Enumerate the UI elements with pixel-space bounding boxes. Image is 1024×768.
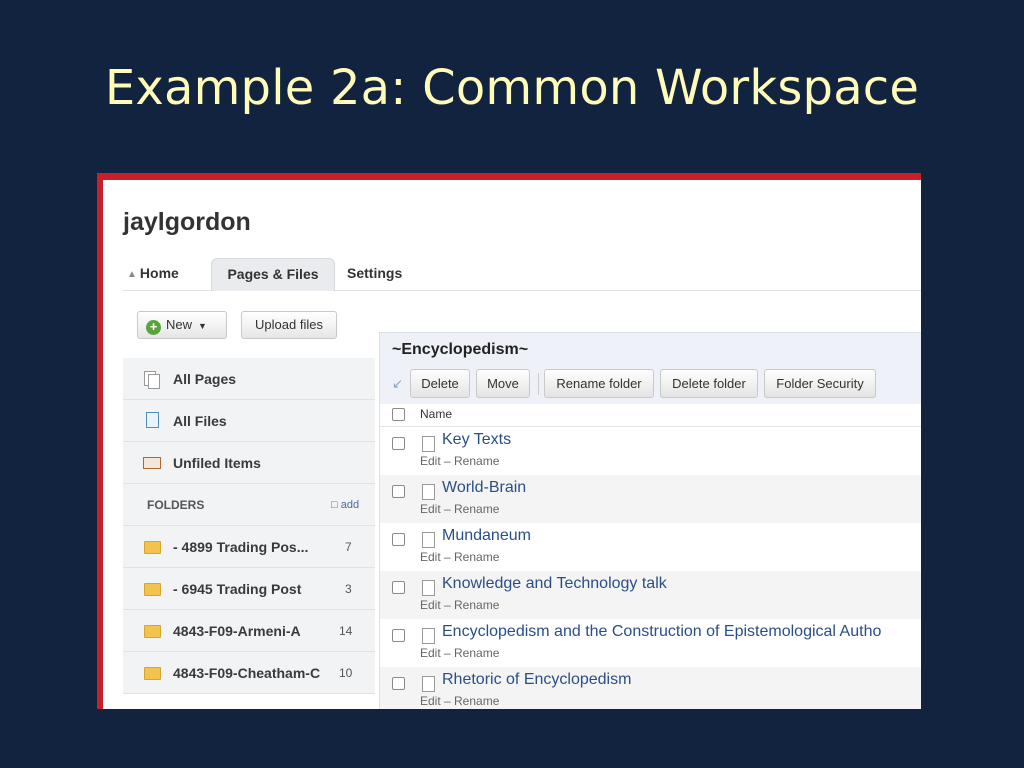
page-icon	[422, 626, 435, 646]
table-row: Knowledge and Technology talk Edit – Ren…	[380, 571, 921, 619]
plus-icon: +	[146, 320, 161, 335]
page-icon	[422, 578, 435, 598]
page-icon	[422, 482, 435, 502]
slide-title: Example 2a: Common Workspace	[104, 60, 920, 116]
delete-button[interactable]: Delete	[410, 369, 470, 398]
edit-rename-links[interactable]: Edit – Rename	[420, 694, 499, 708]
pages-icon	[143, 358, 161, 400]
table-row: Rhetoric of Encyclopedism Edit – Rename	[380, 667, 921, 709]
tab-settings[interactable]: Settings	[347, 258, 402, 290]
sidebar-folder[interactable]: 4843-F09-Cheatham-C 10	[123, 652, 375, 694]
edit-rename-links[interactable]: Edit – Rename	[420, 646, 499, 660]
page-link[interactable]: Rhetoric of Encyclopedism	[442, 671, 631, 689]
folder-count: 7	[345, 540, 352, 554]
page-link[interactable]: Mundaneum	[442, 527, 531, 545]
folder-label: 4843-F09-Armeni-A	[173, 623, 301, 639]
folder-label: 4843-F09-Cheatham-C	[173, 665, 321, 681]
tab-pages-files[interactable]: Pages & Files	[211, 258, 335, 291]
tab-home-label: Home	[139, 265, 179, 281]
table-row: Key Texts Edit – Rename	[380, 427, 921, 475]
folder-title: ~Encyclopedism~	[392, 341, 529, 358]
envelope-icon	[143, 442, 161, 484]
folder-label: - 6945 Trading Post	[173, 581, 302, 597]
add-folder-label: add	[340, 499, 360, 511]
folder-icon	[143, 568, 161, 610]
tab-bar: ▲ Home Pages & Files Settings	[123, 258, 921, 291]
page-link[interactable]: Key Texts	[442, 431, 511, 449]
row-checkbox[interactable]	[392, 437, 405, 450]
folder-label: - 4899 Trading Pos...	[173, 539, 309, 555]
sidebar-item-unfiled[interactable]: Unfiled Items	[123, 442, 375, 484]
row-checkbox[interactable]	[392, 629, 405, 642]
select-all-checkbox[interactable]	[392, 408, 405, 421]
page-link[interactable]: Encyclopedism and the Construction of Ep…	[442, 623, 881, 641]
folders-header-label: FOLDERS	[147, 498, 205, 512]
page-icon	[422, 674, 435, 694]
folder-icon	[143, 526, 161, 568]
table-row: Encyclopedism and the Construction of Ep…	[380, 619, 921, 667]
file-icon	[143, 400, 161, 442]
arrow-down-icon: ↙	[392, 377, 403, 392]
sidebar-item-label: All Files	[173, 413, 227, 429]
chevron-down-icon: ▼	[198, 321, 207, 331]
tab-home[interactable]: ▲ Home	[127, 258, 179, 290]
delete-folder-button[interactable]: Delete folder	[660, 369, 758, 398]
folder-count: 3	[345, 582, 352, 596]
add-folder-link[interactable]: □ add	[331, 484, 359, 526]
folder-count: 10	[339, 666, 353, 680]
sidebar-item-all-pages[interactable]: All Pages	[123, 358, 375, 400]
new-button-label: New	[166, 317, 193, 332]
folder-header: ~Encyclopedism~ ↙ Delete Move Rename fol…	[380, 332, 921, 405]
home-icon: ▲	[127, 269, 137, 280]
name-header-label: Name	[420, 407, 453, 421]
sidebar-item-label: All Pages	[173, 371, 237, 387]
table-row: Mundaneum Edit – Rename	[380, 523, 921, 571]
row-checkbox[interactable]	[392, 533, 405, 546]
folder-count: 14	[339, 624, 353, 638]
sidebar-item-label: Unfiled Items	[173, 455, 261, 471]
new-button[interactable]: + New ▼	[137, 311, 227, 339]
rename-folder-button[interactable]: Rename folder	[544, 369, 654, 398]
row-checkbox[interactable]	[392, 581, 405, 594]
row-checkbox[interactable]	[392, 677, 405, 690]
edit-rename-links[interactable]: Edit – Rename	[420, 550, 499, 564]
name-column-header: Name	[380, 404, 921, 427]
edit-rename-links[interactable]: Edit – Rename	[420, 598, 499, 612]
row-checkbox[interactable]	[392, 485, 405, 498]
move-button[interactable]: Move	[476, 369, 530, 398]
table-row: World-Brain Edit – Rename	[380, 475, 921, 523]
folder-content-panel: ~Encyclopedism~ ↙ Delete Move Rename fol…	[379, 332, 921, 709]
upload-files-button[interactable]: Upload files	[241, 311, 337, 339]
folder-icon	[143, 652, 161, 694]
page-icon	[422, 434, 435, 454]
page-icon	[422, 530, 435, 550]
sidebar-folder[interactable]: - 6945 Trading Post 3	[123, 568, 375, 610]
sidebar: All Pages All Files Unfiled Items FOLDER…	[123, 358, 375, 709]
toolbar-divider	[538, 373, 539, 395]
folders-header: FOLDERS □ add	[123, 484, 375, 526]
folder-security-button[interactable]: Folder Security	[764, 369, 876, 398]
page-link[interactable]: Knowledge and Technology talk	[442, 575, 667, 593]
edit-rename-links[interactable]: Edit – Rename	[420, 454, 499, 468]
page-link[interactable]: World-Brain	[442, 479, 526, 497]
app-screenshot: jaylgordon ▲ Home Pages & Files Settings …	[97, 173, 921, 709]
folder-icon	[143, 610, 161, 652]
sidebar-folder[interactable]: - 4899 Trading Pos... 7	[123, 526, 375, 568]
workspace-user-title: jaylgordon	[123, 208, 251, 236]
sidebar-folder[interactable]: 4843-F09-Armeni-A 14	[123, 610, 375, 652]
edit-rename-links[interactable]: Edit – Rename	[420, 502, 499, 516]
sidebar-item-all-files[interactable]: All Files	[123, 400, 375, 442]
